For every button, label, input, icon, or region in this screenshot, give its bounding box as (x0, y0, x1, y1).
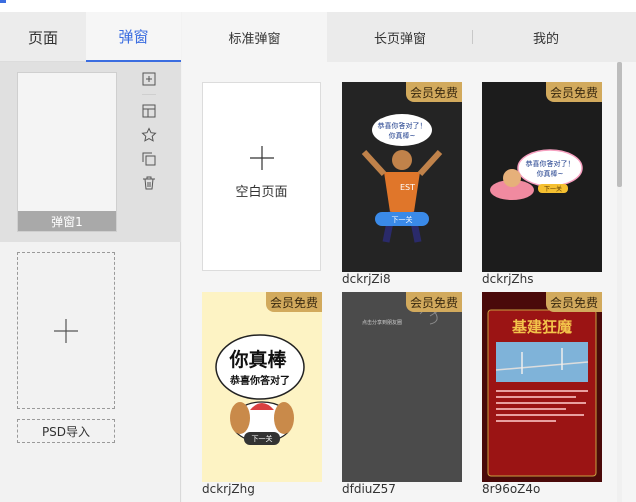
blank-page-label: 空白页面 (235, 185, 288, 200)
template-card[interactable]: 恭喜你答对了！ 你真棒~ 下一关 会员免费 (482, 82, 602, 272)
template-panel: 标准弹窗 长页弹窗 我的 空白页面 恭喜你答对了！ 你真棒~ EST 下一关 会… (182, 12, 636, 502)
svg-text:恭喜你答对了: 恭喜你答对了 (229, 374, 290, 387)
member-free-badge: 会员免费 (406, 292, 462, 312)
svg-text:下一关: 下一关 (544, 185, 562, 193)
tab-page[interactable]: 页面 (0, 12, 86, 62)
tab-popup[interactable]: 弹窗 (86, 12, 181, 62)
svg-text:下一关: 下一关 (392, 215, 413, 224)
template-card[interactable]: 你真棒 恭喜你答对了 下一关 会员免费 (202, 292, 322, 482)
popup-label: 弹窗1 (18, 211, 116, 231)
tab-long-popup[interactable]: 长页弹窗 (327, 12, 473, 62)
template-preview-float: 恭喜你答对了！ 你真棒~ 下一关 (482, 82, 602, 272)
left-panel: 页面 弹窗 弹窗1 PSD导入 (0, 12, 181, 502)
svg-text:下一关: 下一关 (252, 434, 273, 443)
template-preview-runner: 恭喜你答对了！ 你真棒~ EST 下一关 (342, 82, 462, 272)
psd-import-button[interactable]: PSD导入 (17, 419, 115, 443)
template-card[interactable]: 恭喜你答对了！ 你真棒~ EST 下一关 会员免费 (342, 82, 462, 272)
svg-text:你真棒: 你真棒 (228, 348, 287, 371)
svg-text:点击分享到朋友圈: 点击分享到朋友圈 (362, 319, 402, 326)
template-tabs: 标准弹窗 长页弹窗 我的 (182, 12, 636, 62)
tab-mine[interactable]: 我的 (473, 12, 619, 62)
scrollbar-thumb[interactable] (617, 62, 622, 187)
popup-toolbar (140, 70, 160, 198)
template-card[interactable]: 点击分享到朋友圈 会员免费 (342, 292, 462, 482)
layout-icon[interactable] (140, 102, 158, 120)
template-name: dckrjZhs (482, 272, 534, 286)
blank-page-card[interactable]: 空白页面 (202, 82, 321, 271)
member-free-badge: 会员免费 (546, 82, 602, 102)
scrollbar[interactable] (617, 62, 622, 502)
template-preview-bridge: 基建狂魔 (482, 292, 602, 482)
template-preview-share: 点击分享到朋友圈 (342, 292, 462, 482)
top-strip (0, 0, 636, 12)
member-free-badge: 会员免费 (406, 82, 462, 102)
svg-text:EST: EST (400, 183, 415, 192)
svg-text:恭喜你答对了！: 恭喜你答对了！ (378, 121, 427, 130)
popup-thumbnail[interactable]: 弹窗1 (17, 72, 117, 232)
member-free-badge: 会员免费 (266, 292, 322, 312)
svg-text:基建狂魔: 基建狂魔 (511, 318, 572, 336)
template-name: dckrjZhg (202, 482, 255, 496)
trash-icon[interactable] (140, 174, 158, 192)
copy-icon[interactable] (140, 150, 158, 168)
star-icon[interactable] (140, 126, 158, 144)
template-card[interactable]: 基建狂魔 会员免费 (482, 292, 602, 482)
member-free-badge: 会员免费 (546, 292, 602, 312)
template-name: 8r96oZ4o (482, 482, 541, 496)
svg-text:你真棒~: 你真棒~ (537, 169, 564, 178)
top-accent (0, 0, 6, 3)
template-name: dckrjZi8 (342, 272, 391, 286)
template-preview-dog: 你真棒 恭喜你答对了 下一关 (202, 292, 322, 482)
add-popup-button[interactable] (17, 252, 115, 409)
template-name: dfdiuZ57 (342, 482, 396, 496)
plus-icon (250, 146, 274, 170)
tab-standard-popup[interactable]: 标准弹窗 (182, 12, 327, 62)
plus-icon (54, 318, 78, 343)
svg-text:恭喜你答对了！: 恭喜你答对了！ (526, 159, 575, 168)
svg-text:你真棒~: 你真棒~ (389, 131, 416, 140)
toolbar-divider (142, 94, 156, 95)
plus-square-icon[interactable] (140, 70, 158, 88)
left-tabs: 页面 弹窗 (0, 12, 181, 62)
